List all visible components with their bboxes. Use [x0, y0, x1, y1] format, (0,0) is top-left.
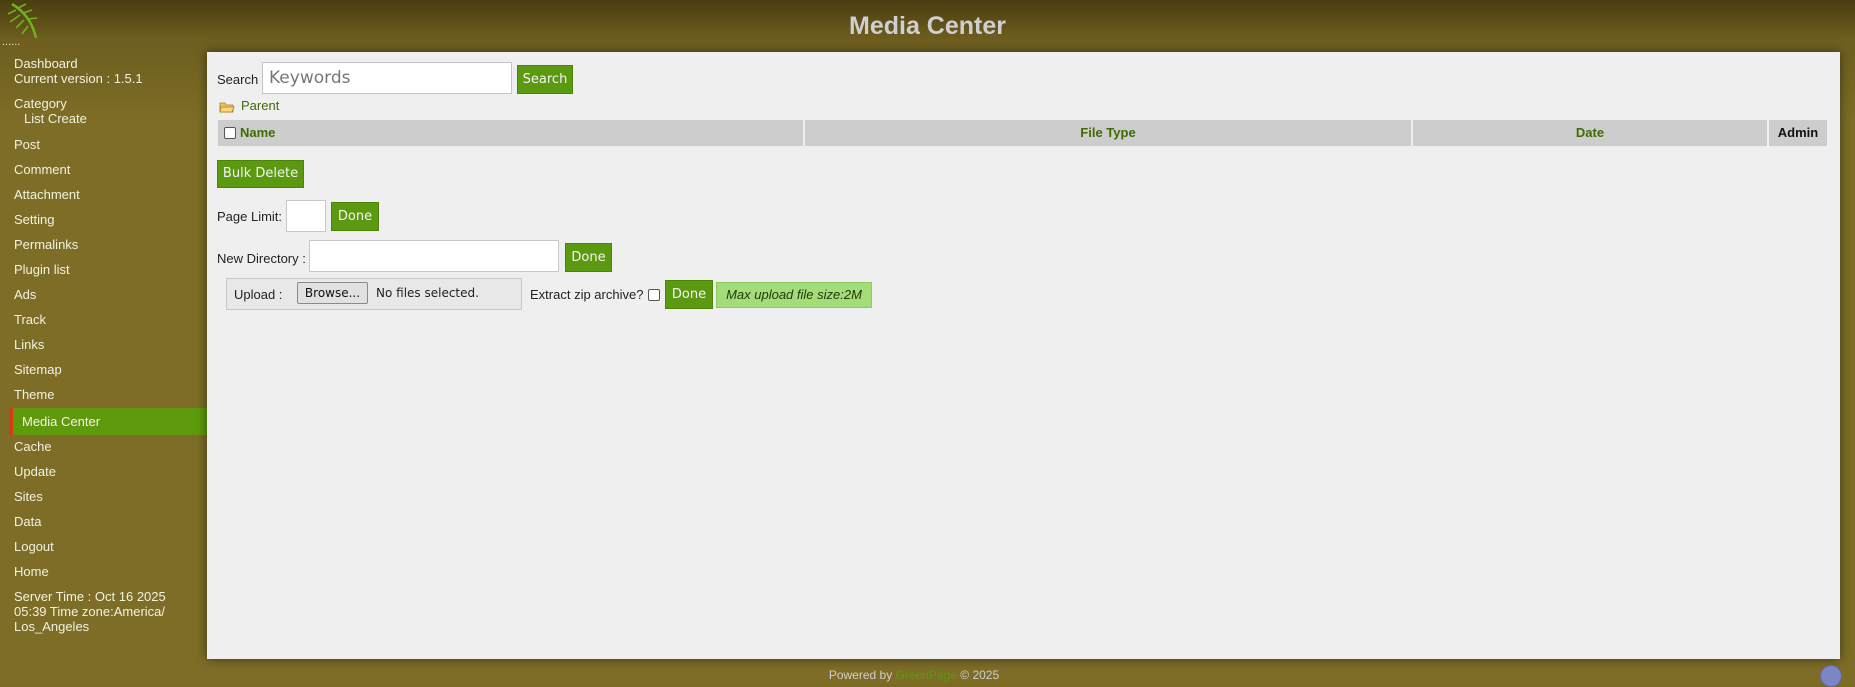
footer-prefix: Powered by	[828, 668, 893, 682]
upload-status-text: No files selected.	[376, 286, 479, 300]
column-header-file-type[interactable]: File Type	[805, 120, 1411, 146]
footer: Powered by GreenPage © 2025	[0, 668, 1828, 682]
sidebar-item-home[interactable]: Home	[14, 564, 49, 579]
sidebar-item-sitemap[interactable]: Sitemap	[14, 362, 62, 377]
extract-zip-checkbox[interactable]	[648, 289, 660, 301]
sidebar-item-logout[interactable]: Logout	[14, 539, 54, 554]
browse-button[interactable]: Browse...	[297, 282, 368, 304]
max-upload-size-notice: Max upload file size:2M	[716, 282, 872, 308]
sidebar-item-cache[interactable]: Cache	[14, 439, 52, 454]
sidebar-item-comment[interactable]: Comment	[14, 162, 70, 177]
new-directory-input[interactable]	[309, 240, 559, 272]
sidebar-item-category[interactable]: Category	[14, 96, 67, 111]
sidebar-item-data[interactable]: Data	[14, 514, 41, 529]
sidebar-item-update[interactable]: Update	[14, 464, 56, 479]
column-header-admin: Admin	[1769, 120, 1827, 146]
folder-open-icon	[219, 102, 235, 113]
sidebar-item-sites[interactable]: Sites	[14, 489, 43, 504]
column-name-label: Name	[240, 125, 276, 140]
page-limit-label: Page Limit:	[217, 209, 283, 224]
parent-link[interactable]: Parent	[241, 98, 279, 113]
sidebar-item-permalinks[interactable]: Permalinks	[14, 237, 78, 252]
sidebar-item-links[interactable]: Links	[14, 337, 44, 352]
bulk-delete-button[interactable]: Bulk Delete	[217, 160, 304, 188]
file-table-header: Name File Type Date Admin	[218, 120, 1827, 146]
page-title: Media Center	[849, 12, 1006, 40]
search-label: Search	[217, 72, 259, 87]
sidebar-item-ads[interactable]: Ads	[14, 287, 36, 302]
sidebar: Dashboard Current version : 1.5.1 Catego…	[0, 52, 207, 652]
server-time-line-2: 05:39 Time zone:America/	[14, 604, 166, 619]
select-all-checkbox[interactable]	[224, 127, 236, 139]
upload-group: Upload : Browse... No files selected.	[226, 278, 522, 310]
column-header-name[interactable]: Name	[218, 120, 803, 146]
current-version-text: Current version : 1.5.1	[14, 71, 143, 86]
extract-zip-label: Extract zip archive?	[530, 287, 644, 302]
upload-done-button[interactable]: Done	[665, 280, 713, 309]
server-time-line-1: Server Time : Oct 16 2025	[14, 589, 166, 604]
sidebar-item-media-center[interactable]: Media Center	[9, 408, 207, 435]
page-limit-done-button[interactable]: Done	[331, 202, 379, 231]
search-input[interactable]	[262, 62, 512, 94]
upload-label: Upload :	[234, 287, 283, 302]
sidebar-item-track[interactable]: Track	[14, 312, 46, 327]
sidebar-item-setting[interactable]: Setting	[14, 212, 54, 227]
sidebar-item-post[interactable]: Post	[14, 137, 40, 152]
sidebar-item-dashboard[interactable]: Dashboard	[14, 56, 78, 71]
column-header-date[interactable]: Date	[1413, 120, 1767, 146]
server-time-line-3: Los_Angeles	[14, 619, 90, 634]
new-directory-done-button[interactable]: Done	[565, 243, 612, 272]
new-directory-label: New Directory :	[217, 251, 306, 266]
sidebar-item-attachment[interactable]: Attachment	[14, 187, 80, 202]
footer-copyright: © 2025	[960, 668, 1000, 682]
main-panel: Search Search Parent Name File Type Date…	[207, 52, 1840, 659]
sidebar-subitem-list-create[interactable]: List Create	[24, 111, 87, 126]
footer-brand-link[interactable]: GreenPage	[896, 668, 957, 682]
search-button[interactable]: Search	[517, 65, 573, 94]
header: ...... Media Center	[0, 0, 1855, 52]
sidebar-item-plugin-list[interactable]: Plugin list	[14, 262, 70, 277]
page-limit-input[interactable]	[286, 200, 326, 232]
sidebar-item-theme[interactable]: Theme	[14, 387, 54, 402]
